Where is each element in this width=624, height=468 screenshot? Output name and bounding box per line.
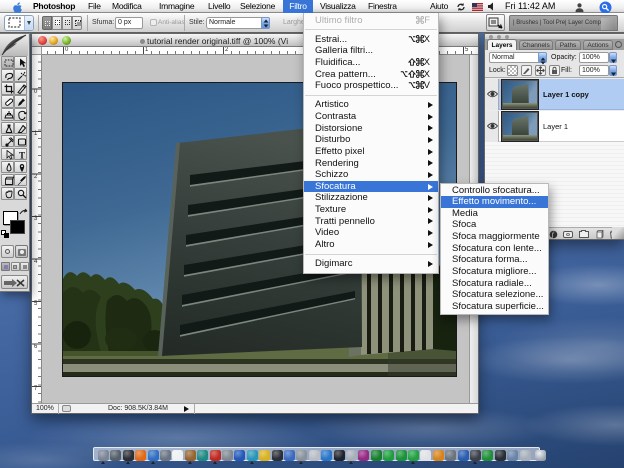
svg-text:T: T — [19, 150, 25, 160]
